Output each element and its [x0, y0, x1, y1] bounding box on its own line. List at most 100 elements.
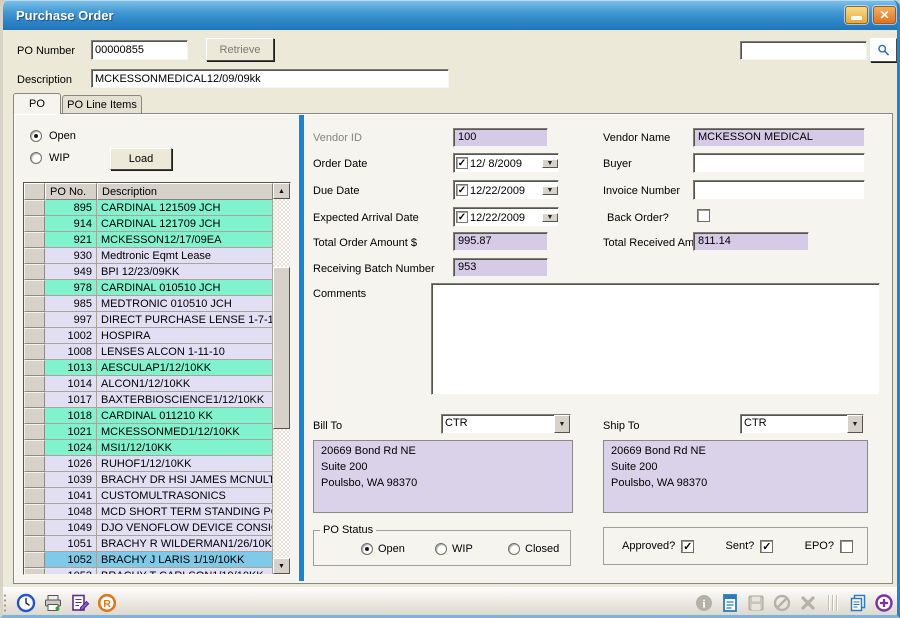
due-date-checkbox[interactable] — [456, 184, 468, 196]
expected-arrival-date-picker[interactable]: 12/22/2009 ▼ — [453, 207, 559, 227]
table-row[interactable]: 949BPI 12/23/09KK — [24, 264, 273, 280]
table-row[interactable]: 1039BRACHY DR HSI JAMES MCNULTY — [24, 472, 273, 488]
row-selector-cell[interactable] — [24, 280, 45, 296]
expected-arrival-date-dropdown-icon[interactable]: ▼ — [542, 213, 558, 222]
table-row[interactable]: 1008LENSES ALCON 1-11-10 — [24, 344, 273, 360]
scrollbar-thumb[interactable] — [273, 267, 290, 429]
scroll-up-button[interactable]: ▲ — [273, 183, 290, 199]
row-selector-cell[interactable] — [24, 360, 45, 376]
tab-po[interactable]: PO — [13, 93, 61, 114]
po-number-input[interactable] — [91, 40, 188, 60]
order-date-dropdown-icon[interactable]: ▼ — [542, 159, 558, 168]
wip-radio[interactable] — [30, 152, 42, 164]
approved-checkbox[interactable] — [681, 540, 694, 553]
table-scrollbar[interactable]: ▲ ▼ — [273, 183, 290, 574]
row-selector-cell[interactable] — [24, 568, 45, 575]
clock-icon[interactable] — [16, 593, 36, 613]
save-icon[interactable] — [746, 593, 766, 613]
add-icon[interactable] — [874, 593, 894, 613]
bill-to-select[interactable]: CTR ▼ — [441, 414, 571, 434]
row-selector-cell[interactable] — [24, 552, 45, 568]
search-input[interactable] — [740, 41, 867, 60]
back-order-checkbox[interactable] — [697, 209, 710, 222]
status-wip-radio[interactable] — [435, 543, 447, 555]
bill-to-dropdown-icon[interactable]: ▼ — [554, 415, 570, 433]
row-selector-cell[interactable] — [24, 520, 45, 536]
row-selector-cell[interactable] — [24, 440, 45, 456]
table-row[interactable]: 1048MCD SHORT TERM STANDING PO — [24, 504, 273, 520]
row-selector-cell[interactable] — [24, 536, 45, 552]
order-date-checkbox[interactable] — [456, 157, 468, 169]
close-button[interactable]: ✕ — [873, 6, 896, 24]
table-row[interactable]: 921MCKESSON12/17/09EA — [24, 232, 273, 248]
open-radio[interactable] — [30, 130, 42, 142]
row-selector-cell[interactable] — [24, 488, 45, 504]
document-icon[interactable] — [720, 593, 740, 613]
table-row[interactable]: 1052BRACHY J LARIS 1/19/10KK — [24, 552, 273, 568]
expected-arrival-date-checkbox[interactable] — [456, 211, 468, 223]
table-row[interactable]: 1021MCKESSONMED1/12/10KK — [24, 424, 273, 440]
ship-to-dropdown-icon[interactable]: ▼ — [847, 415, 863, 433]
table-row[interactable]: 1002HOSPIRA — [24, 328, 273, 344]
row-selector-cell[interactable] — [24, 424, 45, 440]
epo-checkbox[interactable] — [840, 540, 853, 553]
table-row[interactable]: 997DIRECT PURCHASE LENSE 1-7-10 — [24, 312, 273, 328]
scroll-down-button[interactable]: ▼ — [273, 558, 290, 574]
table-row[interactable]: 985MEDTRONIC 010510 JCH — [24, 296, 273, 312]
row-selector-cell[interactable] — [24, 312, 45, 328]
print-icon[interactable] — [43, 593, 63, 613]
delete-x-icon[interactable] — [798, 593, 818, 613]
due-date-dropdown-icon[interactable]: ▼ — [542, 186, 558, 195]
row-selector-cell[interactable] — [24, 328, 45, 344]
sent-checkbox[interactable] — [760, 540, 773, 553]
invoice-number-input[interactable] — [693, 180, 865, 200]
table-row[interactable]: 914CARDINAL 121709 JCH — [24, 216, 273, 232]
table-row[interactable]: 1014ALCON1/12/10KK — [24, 376, 273, 392]
tab-po-line-items[interactable]: PO Line Items — [62, 95, 142, 114]
order-date-picker[interactable]: 12/ 8/2009 ▼ — [453, 153, 559, 173]
row-selector-cell[interactable] — [24, 408, 45, 424]
block-icon[interactable] — [772, 593, 792, 613]
comments-input[interactable] — [431, 283, 880, 395]
buyer-input[interactable] — [693, 153, 865, 173]
due-date-picker[interactable]: 12/22/2009 ▼ — [453, 180, 559, 200]
row-selector-cell[interactable] — [24, 216, 45, 232]
row-selector-cell[interactable] — [24, 200, 45, 216]
search-button[interactable] — [870, 38, 897, 62]
row-selector-cell[interactable] — [24, 248, 45, 264]
ship-to-select[interactable]: CTR ▼ — [740, 414, 864, 434]
status-open-radio[interactable] — [361, 543, 373, 555]
row-selector-cell[interactable] — [24, 504, 45, 520]
table-row[interactable]: 1026RUHOF1/12/10KK — [24, 456, 273, 472]
table-row[interactable]: 1041CUSTOMULTRASONICS — [24, 488, 273, 504]
edit-note-icon[interactable] — [70, 593, 90, 613]
description-input[interactable] — [91, 69, 449, 88]
retrieve-button[interactable]: Retrieve — [206, 38, 274, 61]
status-closed-radio[interactable] — [508, 543, 520, 555]
po-no-column-header[interactable]: PO No. — [45, 183, 97, 200]
table-row[interactable]: 1024MSI1/12/10KK — [24, 440, 273, 456]
table-row[interactable]: 930Medtronic Eqmt Lease — [24, 248, 273, 264]
record-r-icon[interactable]: R — [97, 593, 117, 613]
table-row[interactable]: 1053BRACHY T CARLSON1/19/10KK — [24, 568, 273, 575]
table-row[interactable]: 1018CARDINAL 011210 KK — [24, 408, 273, 424]
load-button[interactable]: Load — [110, 148, 172, 170]
row-selector-cell[interactable] — [24, 232, 45, 248]
row-selector-cell[interactable] — [24, 376, 45, 392]
row-selector-cell[interactable] — [24, 392, 45, 408]
title-bar[interactable]: Purchase Order ✕ — [0, 0, 900, 30]
row-selector-cell[interactable] — [24, 472, 45, 488]
table-row[interactable]: 1017BAXTERBIOSCIENCE1/12/10KK — [24, 392, 273, 408]
copy-icon[interactable] — [848, 593, 868, 613]
table-row[interactable]: 1049DJO VENOFLOW DEVICE CONSIG — [24, 520, 273, 536]
minimize-button[interactable] — [845, 6, 868, 24]
info-icon[interactable]: i — [694, 593, 714, 613]
table-row[interactable]: 978CARDINAL 010510 JCH — [24, 280, 273, 296]
row-selector-cell[interactable] — [24, 264, 45, 280]
table-row[interactable]: 895CARDINAL 121509 JCH — [24, 200, 273, 216]
table-row[interactable]: 1051BRACHY R WILDERMAN1/26/10KK — [24, 536, 273, 552]
row-selector-cell[interactable] — [24, 456, 45, 472]
table-row[interactable]: 1013AESCULAP1/12/10KK — [24, 360, 273, 376]
row-selector-cell[interactable] — [24, 296, 45, 312]
description-column-header[interactable]: Description — [97, 183, 273, 200]
